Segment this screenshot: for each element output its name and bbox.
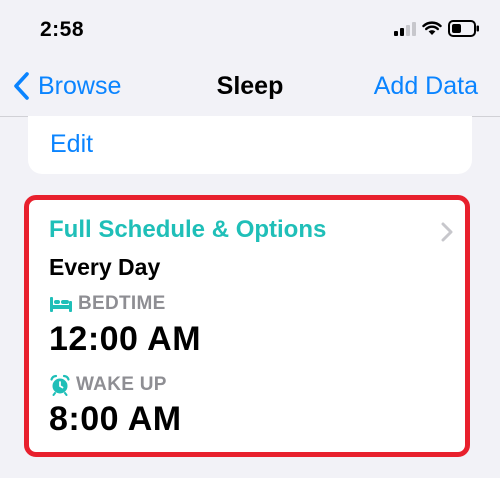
- status-time: 2:58: [40, 18, 85, 41]
- navigation-bar: Browse Sleep Add Data: [0, 60, 500, 116]
- cellular-signal-icon: [394, 22, 416, 36]
- bedtime-label-row: BEDTIME: [49, 292, 166, 316]
- schedule-frequency: Every Day: [49, 254, 161, 280]
- chevron-right-icon: [441, 222, 453, 242]
- edit-card: Edit: [28, 116, 472, 174]
- schedule-title: Full Schedule & Options: [49, 216, 327, 243]
- bedtime-label: BEDTIME: [78, 293, 166, 314]
- status-bar: 2:58: [0, 0, 500, 60]
- wakeup-label: WAKE UP: [76, 374, 167, 395]
- edit-button[interactable]: Edit: [50, 130, 93, 159]
- wifi-icon: [422, 21, 442, 35]
- wakeup-time: 8:00 AM: [49, 400, 182, 438]
- sleep-schedule-card: Full Schedule & Options Every Day BEDTIM…: [24, 195, 470, 457]
- bed-icon: [50, 297, 72, 312]
- full-schedule-options-link[interactable]: Full Schedule & Options: [49, 214, 453, 248]
- alarm-clock-icon: [50, 374, 70, 396]
- bedtime-time: 12:00 AM: [49, 320, 202, 358]
- battery-icon: [448, 20, 479, 37]
- wakeup-label-row: WAKE UP: [49, 373, 167, 397]
- add-data-button[interactable]: Add Data: [374, 72, 478, 101]
